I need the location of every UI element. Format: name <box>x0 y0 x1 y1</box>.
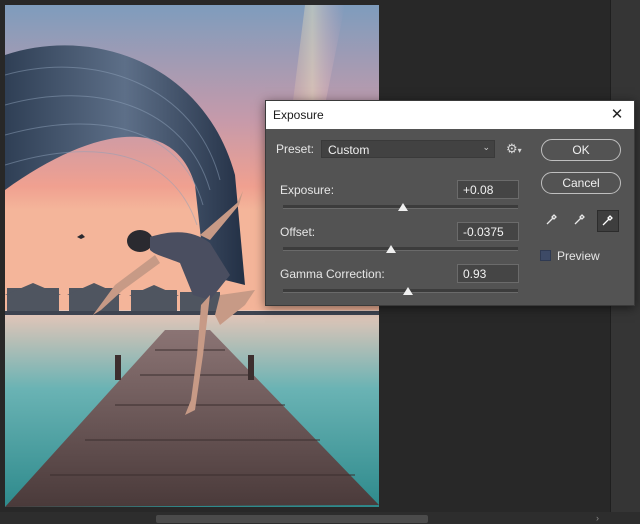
gamma-field[interactable]: 0.93 <box>457 264 519 283</box>
offset-field[interactable]: -0.0375 <box>457 222 519 241</box>
offset-slider[interactable] <box>283 247 518 251</box>
preset-dropdown[interactable]: Custom ⌄ <box>321 140 495 158</box>
preview-label: Preview <box>557 249 600 263</box>
gamma-slider[interactable] <box>283 289 518 293</box>
exposure-dialog: Exposure ✕ Preset: Custom ⌄ ⚙▾ Exposure:… <box>265 100 635 306</box>
preset-label: Preset: <box>276 142 315 156</box>
gray-point-eyedropper-icon[interactable] <box>569 210 591 232</box>
exposure-slider-thumb[interactable] <box>397 203 408 211</box>
offset-label: Offset: <box>280 225 316 239</box>
black-point-eyedropper-icon[interactable] <box>541 210 563 232</box>
exposure-label: Exposure: <box>280 183 335 197</box>
preset-value: Custom <box>328 143 370 157</box>
cancel-button[interactable]: Cancel <box>541 172 621 194</box>
gamma-slider-thumb[interactable] <box>402 287 413 295</box>
dialog-titlebar[interactable]: Exposure ✕ <box>266 101 634 129</box>
white-point-eyedropper-icon[interactable] <box>597 210 619 232</box>
horizontal-scroll-thumb[interactable] <box>156 515 428 523</box>
chevron-down-icon: ⌄ <box>482 142 490 152</box>
preview-checkbox[interactable] <box>540 250 551 261</box>
scroll-right-arrow-icon[interactable]: › <box>596 513 606 523</box>
gamma-label: Gamma Correction: <box>280 267 385 281</box>
offset-slider-thumb[interactable] <box>386 245 397 253</box>
close-icon[interactable]: ✕ <box>606 105 628 125</box>
gear-icon[interactable]: ⚙▾ <box>506 141 526 157</box>
dialog-title: Exposure <box>273 108 324 122</box>
ok-button[interactable]: OK <box>541 139 621 161</box>
exposure-field[interactable]: +0.08 <box>457 180 519 199</box>
